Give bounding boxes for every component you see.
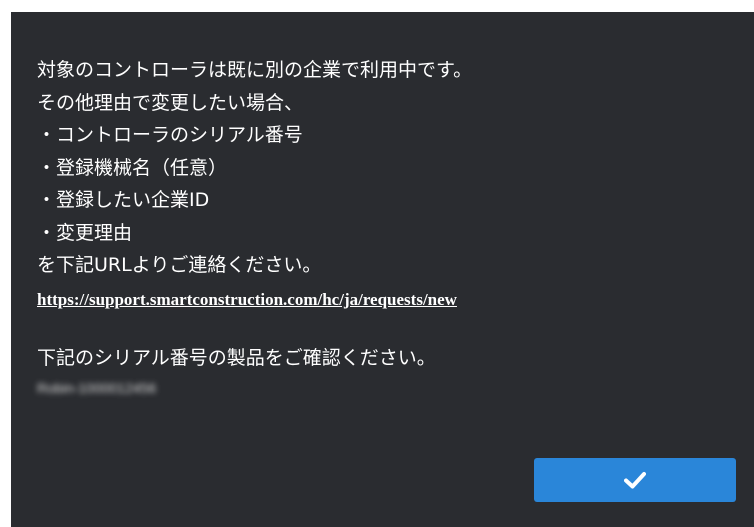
serial-number: Robin-1000012456 bbox=[37, 380, 157, 396]
message-line: ・コントローラのシリアル番号 bbox=[37, 124, 303, 146]
dialog-message: 対象のコントローラは既に別の企業で利用中です。 その他理由で変更したい場合、 ・… bbox=[37, 54, 737, 398]
confirm-serial-text: 下記のシリアル番号の製品をご確認ください。 bbox=[37, 346, 436, 369]
support-url-link[interactable]: https://support.smartconstruction.com/hc… bbox=[37, 288, 737, 312]
message-line: 対象のコントローラは既に別の企業で利用中です。 bbox=[37, 59, 473, 81]
message-line: ・変更理由 bbox=[37, 221, 133, 244]
ok-button[interactable] bbox=[534, 458, 736, 502]
message-line: ・登録機械名（任意） bbox=[37, 156, 228, 179]
message-line: ・登録したい企業ID bbox=[37, 189, 210, 211]
message-line: を下記URLよりご連絡ください。 bbox=[37, 254, 322, 276]
checkmark-icon bbox=[624, 472, 646, 489]
dialog: 対象のコントローラは既に別の企業で利用中です。 その他理由で変更したい場合、 ・… bbox=[11, 12, 754, 527]
message-line: その他理由で変更したい場合、 bbox=[37, 91, 304, 114]
